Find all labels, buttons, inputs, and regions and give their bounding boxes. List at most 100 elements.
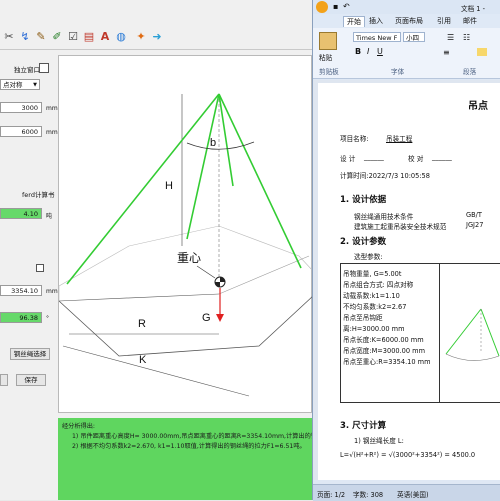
height-label: H xyxy=(165,180,173,192)
weight-output: 4.10 xyxy=(0,208,42,219)
office-button-icon[interactable] xyxy=(316,1,328,13)
height-input[interactable]: 3000 xyxy=(0,102,42,113)
cog-leader-line xyxy=(196,265,216,279)
distance-unit: mm xyxy=(46,288,58,295)
ruler-icon[interactable]: ✐ xyxy=(50,30,64,44)
scissors-icon[interactable]: ✂ xyxy=(2,30,16,44)
rope-right xyxy=(218,93,302,269)
param-line: 动载系数:k1=1.10 xyxy=(343,292,400,300)
result-title: 经分析得出: xyxy=(62,423,96,430)
cog-quadrant-2 xyxy=(215,282,220,287)
param-line: 吊物重量, G=5.00t xyxy=(343,270,402,278)
length-k-label: K xyxy=(139,354,147,366)
weight-unit: 吨 xyxy=(46,213,53,220)
param-line: 吊点至吊钩距 xyxy=(343,314,383,322)
gravity-arrowhead xyxy=(216,314,224,322)
font-group-label: 字体 xyxy=(391,68,405,76)
diagram-caption: 选型参数: xyxy=(354,253,383,261)
param-line: 不均匀系数:k2=2.67 xyxy=(343,303,407,311)
numbering-icon[interactable]: ☷ xyxy=(463,33,470,42)
angle-output: 96.38 xyxy=(0,312,42,323)
option-checkbox[interactable] xyxy=(36,264,44,272)
paste-label[interactable]: 粘贴 xyxy=(319,52,332,62)
left-small-button[interactable] xyxy=(0,374,8,386)
length-unit: mm xyxy=(46,129,58,136)
checklist-icon[interactable]: ☑ xyxy=(66,30,80,44)
globe-icon[interactable]: ◍ xyxy=(114,30,128,44)
sling-type-combo[interactable]: 点对称 ▼ xyxy=(0,79,40,90)
angle-unit: ° xyxy=(46,315,49,322)
height-unit: mm xyxy=(46,105,58,112)
bold-icon[interactable]: B xyxy=(355,47,361,56)
param-line: 吊点长度:K=6000.00 mm xyxy=(343,336,424,344)
paste-icon[interactable] xyxy=(319,32,337,50)
ribbon-tabs: 开始 插入 页面布局 引用 邮件 xyxy=(313,14,500,28)
word-count[interactable]: 字数: 308 xyxy=(353,489,383,499)
italic-icon[interactable]: I xyxy=(367,47,369,56)
star-icon[interactable]: ✦ xyxy=(134,30,148,44)
bullets-icon[interactable]: ☰ xyxy=(447,33,454,42)
basis-2: 建筑施工起重吊装安全技术规范 xyxy=(354,223,447,231)
cog-quadrant-1 xyxy=(220,277,225,282)
align-icon[interactable]: ≡ xyxy=(443,48,450,57)
box-bottom-edge xyxy=(59,295,313,357)
word-status-bar: 页面: 1/2 字数: 308 英语(美国) xyxy=(313,484,500,501)
design-label: 设 计 xyxy=(340,155,356,163)
param-line: 吊点组合方式: 四点对称 xyxy=(343,281,414,289)
sling-diagram-canvas: b H 重心 G R K xyxy=(58,55,313,413)
param-line: 吊点至重心:R=3354.10 mm xyxy=(343,358,431,366)
mini-diagram xyxy=(445,308,500,361)
distance-input[interactable]: 3354.10 xyxy=(0,285,42,296)
calculation-app-window: ✂ ↯ ✎ ✐ ☑ ▤ A ◍ ✦ ➜ 独立窗口 点对称 ▼ 3000 mm 6… xyxy=(0,0,336,500)
check-label: 校 对 xyxy=(408,155,424,163)
save-icon[interactable]: ▪ xyxy=(333,2,338,11)
analysis-result-box: 经分析得出: 1) 吊件距离重心高度H= 3000.00mm,吊点距离重心的距离… xyxy=(58,418,336,500)
project-name: 吊装工程 xyxy=(386,135,413,143)
parameter-panel: 独立窗口 点对称 ▼ 3000 mm 6000 mm ferd计算书 4.10 … xyxy=(0,55,58,405)
font-name-combo[interactable]: Times New F xyxy=(353,32,401,42)
font-size-combo[interactable]: 小四 xyxy=(403,32,425,42)
param-line: 吊点宽度:M=3000.00 mm xyxy=(343,347,426,355)
calc-time: 计算时间:2022/7/3 10:05:58 xyxy=(340,172,430,180)
r-line2 xyxy=(218,255,310,295)
paragraph-group-label: 段落 xyxy=(463,68,477,76)
length-input[interactable]: 6000 xyxy=(0,126,42,137)
center-of-gravity-label: 重心 xyxy=(177,251,202,265)
length-formula: L=√(H²+R²) = √(3000²+3354²) = 4500.0 xyxy=(340,451,476,459)
section-3-heading: 3. 尺寸计算 xyxy=(340,421,387,431)
independent-window-checkbox[interactable] xyxy=(39,63,49,73)
sling-diagram xyxy=(59,93,313,397)
page-indicator[interactable]: 页面: 1/2 xyxy=(317,489,345,499)
ribbon-home: 粘贴 Times New F 小四 B I U ☰ ☷ ≡ 剪贴板 字体 段落 xyxy=(313,28,500,79)
underline-icon[interactable]: U xyxy=(377,47,383,56)
tab-insert[interactable]: 插入 xyxy=(369,16,383,26)
result-line-2: 2) 根据不均匀系数k2=2.670, k1=1.10取值,计算得出的钢丝绳的拉… xyxy=(72,443,306,450)
calc-book-label: ferd计算书 xyxy=(22,191,55,199)
basis-1-code: GB/T xyxy=(466,211,482,219)
main-toolbar: ✂ ↯ ✎ ✐ ☑ ▤ A ◍ ✦ ➜ xyxy=(0,27,312,50)
tab-home[interactable]: 开始 xyxy=(343,16,365,27)
independent-window-label: 独立窗口 xyxy=(14,66,40,74)
tab-mailings[interactable]: 邮件 xyxy=(463,16,477,26)
params-table: 吊物重量, G=5.00t 吊点组合方式: 四点对称 动载系数:k1=1.10 … xyxy=(340,263,500,403)
curve-icon[interactable]: ↯ xyxy=(18,30,32,44)
calc-step-1: 1) 钢丝绳长度 L: xyxy=(354,437,404,445)
sling-combo-value: 点对称 xyxy=(3,81,23,89)
tab-page-layout[interactable]: 页面布局 xyxy=(395,16,423,26)
pen-icon[interactable]: ✎ xyxy=(34,30,48,44)
undo-icon[interactable]: ↶ xyxy=(343,2,350,11)
highlight-icon[interactable] xyxy=(477,48,487,56)
font-icon[interactable]: A xyxy=(98,30,112,44)
word-title-bar: ▪ ↶ 文档 1 - xyxy=(313,0,500,14)
section-1-heading: 1. 设计依据 xyxy=(340,195,387,205)
tab-references[interactable]: 引用 xyxy=(437,16,451,26)
clipboard-group-label: 剪贴板 xyxy=(319,68,339,76)
arrow-icon[interactable]: ➜ xyxy=(150,30,164,44)
wire-select-button[interactable]: 钢丝绳选择 xyxy=(10,348,50,360)
pdf-icon[interactable]: ▤ xyxy=(82,30,96,44)
word-window: ▪ ↶ 文档 1 - 开始 插入 页面布局 引用 邮件 粘贴 Times New… xyxy=(312,0,500,501)
doc-heading: 吊点 xyxy=(468,101,488,112)
document-page: 吊点 项目名称: 吊装工程 设 计 ______ 校 对 ______ 计算时间… xyxy=(318,83,500,480)
language-indicator[interactable]: 英语(美国) xyxy=(397,489,429,499)
save-button[interactable]: 保存 xyxy=(16,374,46,386)
